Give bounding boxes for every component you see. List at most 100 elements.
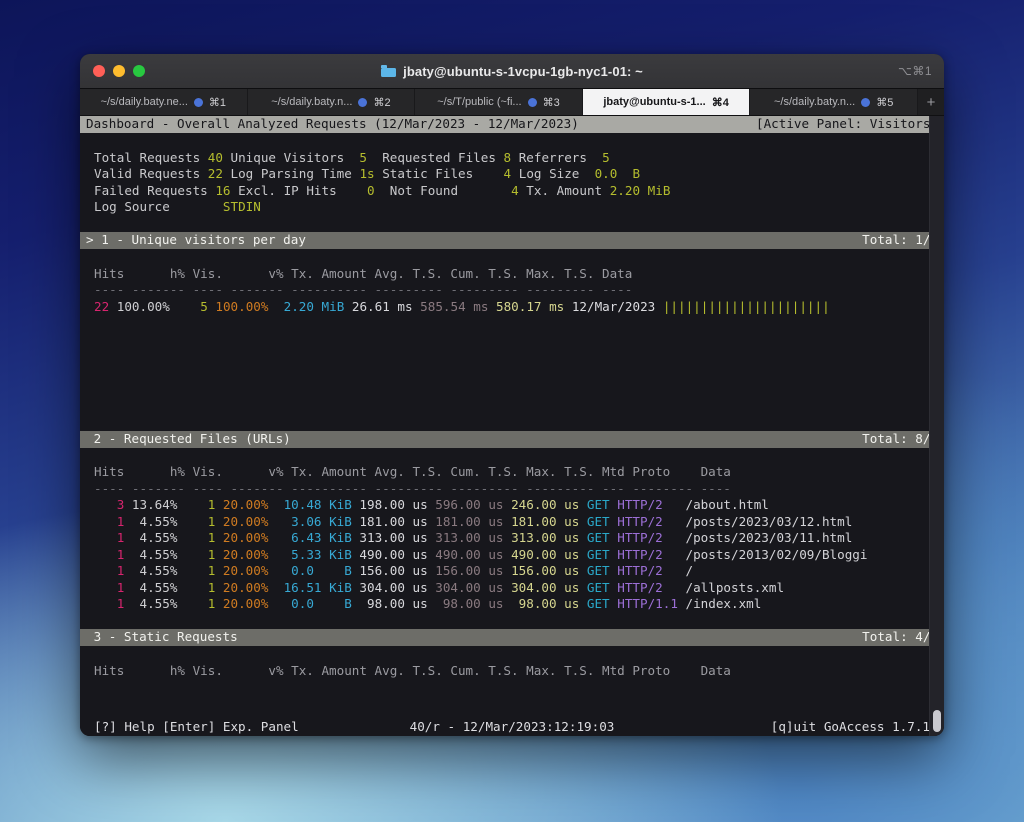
panel-2-header[interactable]: 2 - Requested Files (URLs) Total: 8/8 xyxy=(80,431,944,448)
summary-row-3: Failed Requests 16 Excl. IP Hits 0 Not F… xyxy=(80,183,944,200)
summary-row-log-source: Log Source STDIN xyxy=(80,199,944,216)
summary-row-2: Valid Requests 22 Log Parsing Time 1s St… xyxy=(80,166,944,183)
panel-2-max-ts: 181.00 us xyxy=(503,514,579,529)
panel-2-visitors: 1 xyxy=(177,563,215,578)
panel-2-visitors-pct: 20.00% xyxy=(215,596,268,611)
panel-2-hits: 1 xyxy=(94,530,124,545)
panel-2-max-ts: 156.00 us xyxy=(503,563,579,578)
panel-2-method: GET xyxy=(579,497,609,512)
panel-2-hits-pct: 4.55% xyxy=(124,514,177,529)
panel-2-hits-pct: 4.55% xyxy=(124,530,177,545)
panel-2-avg-ts: 98.00 us xyxy=(352,596,428,611)
panel-1-tx-amount: 2.20 MiB xyxy=(284,299,345,314)
panel-2-visitors-pct: 20.00% xyxy=(215,563,268,578)
tab-3[interactable]: ~/s/T/public (~fi... ⌘3 xyxy=(415,89,583,115)
panel-1-columns: Hits h% Vis. v% Tx. Amount Avg. T.S. Cum… xyxy=(80,266,944,283)
panel-2-protocol: HTTP/2 xyxy=(610,530,678,545)
panel-2-visitors: 1 xyxy=(177,497,215,512)
panel-1-header[interactable]: > 1 - Unique visitors per day Total: 1/1 xyxy=(80,232,944,249)
tab-activity-dot-icon xyxy=(528,98,537,107)
panel-1-max-ts: 580.17 ms xyxy=(496,299,564,314)
panel-2-data: /allposts.xml xyxy=(678,580,784,595)
panel-2-visitors: 1 xyxy=(177,580,215,595)
summary-label-failed-requests: Failed Requests xyxy=(94,183,208,198)
panel-2-cum-ts: 98.00 us xyxy=(428,596,504,611)
panel-2-tx-amount: 16.51 KiB xyxy=(268,580,351,595)
panel-2-avg-ts: 198.00 us xyxy=(352,497,428,512)
summary-label-log-size: Log Size xyxy=(519,166,580,181)
panel-2-cum-ts: 304.00 us xyxy=(428,580,504,595)
summary-value-requested-files: 8 xyxy=(504,150,512,165)
close-button[interactable] xyxy=(93,65,105,77)
scrollbar-thumb[interactable] xyxy=(933,710,941,732)
window-shortcut-hint: ⌥⌘1 xyxy=(898,64,932,78)
goaccess-status-bar: [?] Help [Enter] Exp. Panel 40/r - 12/Ma… xyxy=(80,718,944,736)
tab-5-shortcut: ⌘5 xyxy=(876,96,893,109)
tab-2-label: ~/s/daily.baty.n... xyxy=(271,96,352,108)
summary-label-log-source: Log Source xyxy=(94,199,170,214)
panel-2-rule: ---- ------- ---- ------- ---------- ---… xyxy=(80,481,944,498)
dashboard-title: Dashboard - Overall Analyzed Requests (1… xyxy=(86,116,579,133)
panel-2-protocol: HTTP/2 xyxy=(610,563,678,578)
tab-3-label: ~/s/T/public (~fi... xyxy=(437,96,521,108)
panel-2-data: /posts/2013/02/09/Bloggi xyxy=(678,547,868,562)
panel-2-tx-amount: 0.0 B xyxy=(268,596,351,611)
summary-label-excl-ip-hits: Excl. IP Hits xyxy=(238,183,337,198)
tab-1-shortcut: ⌘1 xyxy=(209,96,226,109)
summary-value-log-size: 0.0 xyxy=(595,166,618,181)
panel-2-row: 1 4.55% 1 20.00% 6.43 KiB 313.00 us 313.… xyxy=(80,530,944,547)
tab-1-label: ~/s/daily.baty.ne... xyxy=(101,96,188,108)
terminal-scrollbar[interactable] xyxy=(929,116,944,736)
panel-2-visitors: 1 xyxy=(177,596,215,611)
panel-1-title: 1 - Unique visitors per day xyxy=(101,232,306,247)
panel-1-rule: ---- ------- ---- ------- ---------- ---… xyxy=(80,282,944,299)
panel-2-title: 2 - Requested Files (URLs) xyxy=(94,431,291,446)
window-titlebar[interactable]: jbaty@ubuntu-s-1vcpu-1gb-nyc1-01: ~ ⌥⌘1 xyxy=(80,54,944,89)
panel-2-data: / xyxy=(678,563,693,578)
panel-1-avg-ts: 26.61 ms xyxy=(352,299,413,314)
tab-1[interactable]: ~/s/daily.baty.ne... ⌘1 xyxy=(80,89,248,115)
minimize-button[interactable] xyxy=(113,65,125,77)
summary-label-valid-requests: Valid Requests xyxy=(94,166,200,181)
panel-2-max-ts: 313.00 us xyxy=(503,530,579,545)
summary-label-tx-amount: Tx. Amount xyxy=(526,183,602,198)
panel-1-bar-chart: |||||||||||||||||||||| xyxy=(663,299,830,314)
panel-2-visitors: 1 xyxy=(177,547,215,562)
panel-2-hits: 1 xyxy=(94,514,124,529)
panel-1-visitors-pct: 100.00% xyxy=(215,299,268,314)
terminal-content: Dashboard - Overall Analyzed Requests (1… xyxy=(80,116,944,736)
panel-2-method: GET xyxy=(579,580,609,595)
panel-2-hits: 1 xyxy=(94,580,124,595)
panel-2-max-ts: 304.00 us xyxy=(503,580,579,595)
panel-2-columns: Hits h% Vis. v% Tx. Amount Avg. T.S. Cum… xyxy=(80,464,944,481)
new-tab-button[interactable]: + xyxy=(918,89,944,115)
panel-2-total: Total: 8/8 xyxy=(862,431,938,448)
summary-value-static-files: 4 xyxy=(504,166,512,181)
tab-5[interactable]: ~/s/daily.baty.n... ⌘5 xyxy=(750,89,918,115)
panel-2-avg-ts: 156.00 us xyxy=(352,563,428,578)
summary-value-log-source: STDIN xyxy=(223,199,261,214)
tab-2[interactable]: ~/s/daily.baty.n... ⌘2 xyxy=(248,89,416,115)
panel-2-hits-pct: 4.55% xyxy=(124,547,177,562)
panel-2-row: 3 13.64% 1 20.00% 10.48 KiB 198.00 us 59… xyxy=(80,497,944,514)
panel-2-protocol: HTTP/2 xyxy=(610,580,678,595)
status-help-hint[interactable]: [?] Help [Enter] Exp. Panel xyxy=(80,719,299,736)
panel-2-hits-pct: 4.55% xyxy=(124,563,177,578)
panel-2-visitors-pct: 20.00% xyxy=(215,530,268,545)
summary-value-failed-requests: 16 xyxy=(215,183,230,198)
panel-3-title: 3 - Static Requests xyxy=(94,629,238,644)
maximize-button[interactable] xyxy=(133,65,145,77)
panel-2-row: 1 4.55% 1 20.00% 0.0 B 156.00 us 156.00 … xyxy=(80,563,944,580)
panel-3-header[interactable]: 3 - Static Requests Total: 4/4 xyxy=(80,629,944,646)
panel-2-avg-ts: 304.00 us xyxy=(352,580,428,595)
folder-icon xyxy=(381,65,396,77)
panel-2-visitors: 1 xyxy=(177,514,215,529)
panel-1-hits: 22 xyxy=(94,299,109,314)
panel-2-visitors-pct: 20.00% xyxy=(215,580,268,595)
status-quit-version[interactable]: [q]uit GoAccess 1.7.1 xyxy=(771,719,930,736)
panel-2-hits-pct: 13.64% xyxy=(124,497,177,512)
tab-4-active[interactable]: jbaty@ubuntu-s-1... ⌘4 xyxy=(583,89,751,115)
panel-2-avg-ts: 490.00 us xyxy=(352,547,428,562)
summary-label-total-requests: Total Requests xyxy=(94,150,200,165)
panel-2-max-ts: 246.00 us xyxy=(503,497,579,512)
